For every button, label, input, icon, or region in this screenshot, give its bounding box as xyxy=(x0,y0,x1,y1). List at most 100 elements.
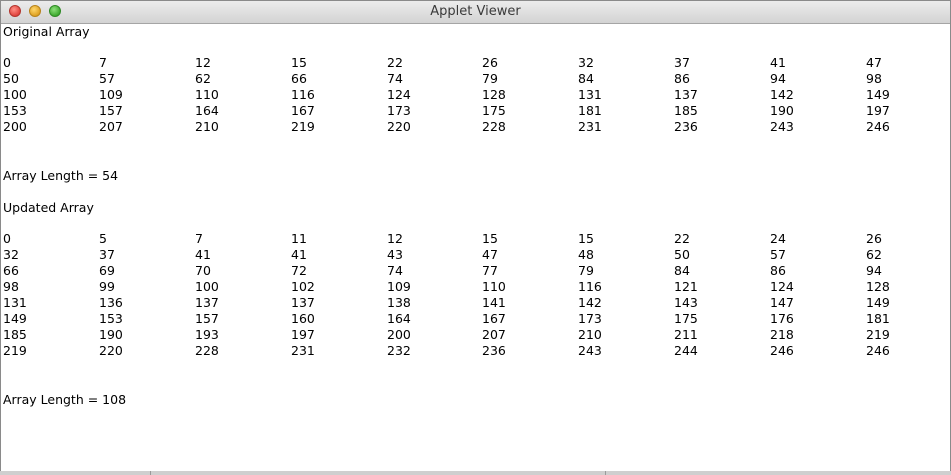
array-value: 219 xyxy=(3,343,27,358)
applet-content: Original Array 0 7 12 15 22 26 32 37 41 47 50 57 62 6… xyxy=(1,24,950,472)
array-value: 137 xyxy=(291,295,315,310)
array-value: 149 xyxy=(866,295,890,310)
array-value: 149 xyxy=(866,87,890,102)
array-value: 175 xyxy=(482,103,506,118)
array-value: 86 xyxy=(770,263,786,278)
array-value: 142 xyxy=(578,295,602,310)
array-value: 0 xyxy=(3,231,11,246)
array-value: 210 xyxy=(578,327,602,342)
array-value: 218 xyxy=(770,327,794,342)
array-value: 219 xyxy=(866,327,890,342)
array-value: 200 xyxy=(387,327,411,342)
array-value: 22 xyxy=(387,55,403,70)
array-value: 110 xyxy=(482,279,506,294)
array-value: 15 xyxy=(291,55,307,70)
array-value: 211 xyxy=(674,327,698,342)
array-value: 110 xyxy=(195,87,219,102)
array-value: 100 xyxy=(195,279,219,294)
array-value: 116 xyxy=(291,87,315,102)
array-value: 98 xyxy=(3,279,19,294)
array-value: 220 xyxy=(387,119,411,134)
array-value: 50 xyxy=(3,71,19,86)
array-value: 47 xyxy=(866,55,882,70)
array-value: 41 xyxy=(195,247,211,262)
array-value: 190 xyxy=(99,327,123,342)
array-value: 84 xyxy=(674,263,690,278)
array-value: 141 xyxy=(482,295,506,310)
array-value: 160 xyxy=(291,311,315,326)
original-array-length: Array Length = 54 xyxy=(3,168,119,183)
array-value: 12 xyxy=(195,55,211,70)
array-value: 173 xyxy=(387,103,411,118)
array-value: 131 xyxy=(3,295,27,310)
array-value: 43 xyxy=(387,247,403,262)
array-value: 219 xyxy=(291,119,315,134)
array-value: 164 xyxy=(387,311,411,326)
array-value: 37 xyxy=(674,55,690,70)
updated-array-length: Array Length = 108 xyxy=(3,392,127,407)
array-value: 124 xyxy=(387,87,411,102)
array-value: 94 xyxy=(770,71,786,86)
array-value: 243 xyxy=(770,119,794,134)
array-value: 86 xyxy=(674,71,690,86)
array-row: 149 153 157 160 164 167 173 175 176 181 xyxy=(3,311,943,327)
array-value: 100 xyxy=(3,87,27,102)
array-row: 100 109 110 116 124 128 131 137 142 149 xyxy=(3,87,943,103)
array-value: 185 xyxy=(3,327,27,342)
title-bar[interactable]: Applet Viewer xyxy=(1,1,950,24)
updated-array-heading: Updated Array xyxy=(3,200,94,215)
array-value: 116 xyxy=(578,279,602,294)
array-value: 47 xyxy=(482,247,498,262)
array-value: 131 xyxy=(578,87,602,102)
array-value: 153 xyxy=(99,311,123,326)
array-value: 74 xyxy=(387,71,403,86)
array-value: 98 xyxy=(866,71,882,86)
array-row: 0 7 12 15 22 26 32 37 41 47 xyxy=(3,55,943,71)
array-value: 5 xyxy=(99,231,107,246)
array-value: 79 xyxy=(482,71,498,86)
array-value: 181 xyxy=(866,311,890,326)
array-value: 153 xyxy=(3,103,27,118)
original-array-heading: Original Array xyxy=(3,24,90,39)
window-title: Applet Viewer xyxy=(430,4,521,19)
array-value: 66 xyxy=(3,263,19,278)
array-value: 137 xyxy=(195,295,219,310)
array-value: 77 xyxy=(482,263,498,278)
array-value: 181 xyxy=(578,103,602,118)
array-value: 149 xyxy=(3,311,27,326)
array-value: 236 xyxy=(674,119,698,134)
array-value: 62 xyxy=(866,247,882,262)
array-value: 70 xyxy=(195,263,211,278)
array-value: 69 xyxy=(99,263,115,278)
array-value: 109 xyxy=(99,87,123,102)
array-row: 219 220 228 231 232 236 243 244 246 246 xyxy=(3,343,943,359)
array-value: 41 xyxy=(291,247,307,262)
array-value: 0 xyxy=(3,55,11,70)
array-value: 244 xyxy=(674,343,698,358)
array-value: 57 xyxy=(99,71,115,86)
array-value: 50 xyxy=(674,247,690,262)
array-value: 26 xyxy=(482,55,498,70)
array-value: 193 xyxy=(195,327,219,342)
array-value: 11 xyxy=(291,231,307,246)
array-value: 164 xyxy=(195,103,219,118)
array-value: 24 xyxy=(770,231,786,246)
array-value: 246 xyxy=(866,343,890,358)
array-row: 50 57 62 66 74 79 84 86 94 98 xyxy=(3,71,943,87)
array-value: 121 xyxy=(674,279,698,294)
array-value: 15 xyxy=(578,231,594,246)
array-value: 231 xyxy=(291,343,315,358)
array-row: 0 5 7 11 12 15 15 22 24 26 xyxy=(3,231,943,247)
array-value: 207 xyxy=(482,327,506,342)
array-value: 57 xyxy=(770,247,786,262)
array-row: 98 99 100 102 109 110 116 121 124 128 xyxy=(3,279,943,295)
array-value: 190 xyxy=(770,103,794,118)
array-value: 228 xyxy=(482,119,506,134)
array-row: 131 136 137 137 138 141 142 143 147 149 xyxy=(3,295,943,311)
array-value: 176 xyxy=(770,311,794,326)
array-value: 243 xyxy=(578,343,602,358)
array-value: 7 xyxy=(99,55,107,70)
array-value: 41 xyxy=(770,55,786,70)
array-value: 147 xyxy=(770,295,794,310)
array-row: 66 69 70 72 74 77 79 84 86 94 xyxy=(3,263,943,279)
